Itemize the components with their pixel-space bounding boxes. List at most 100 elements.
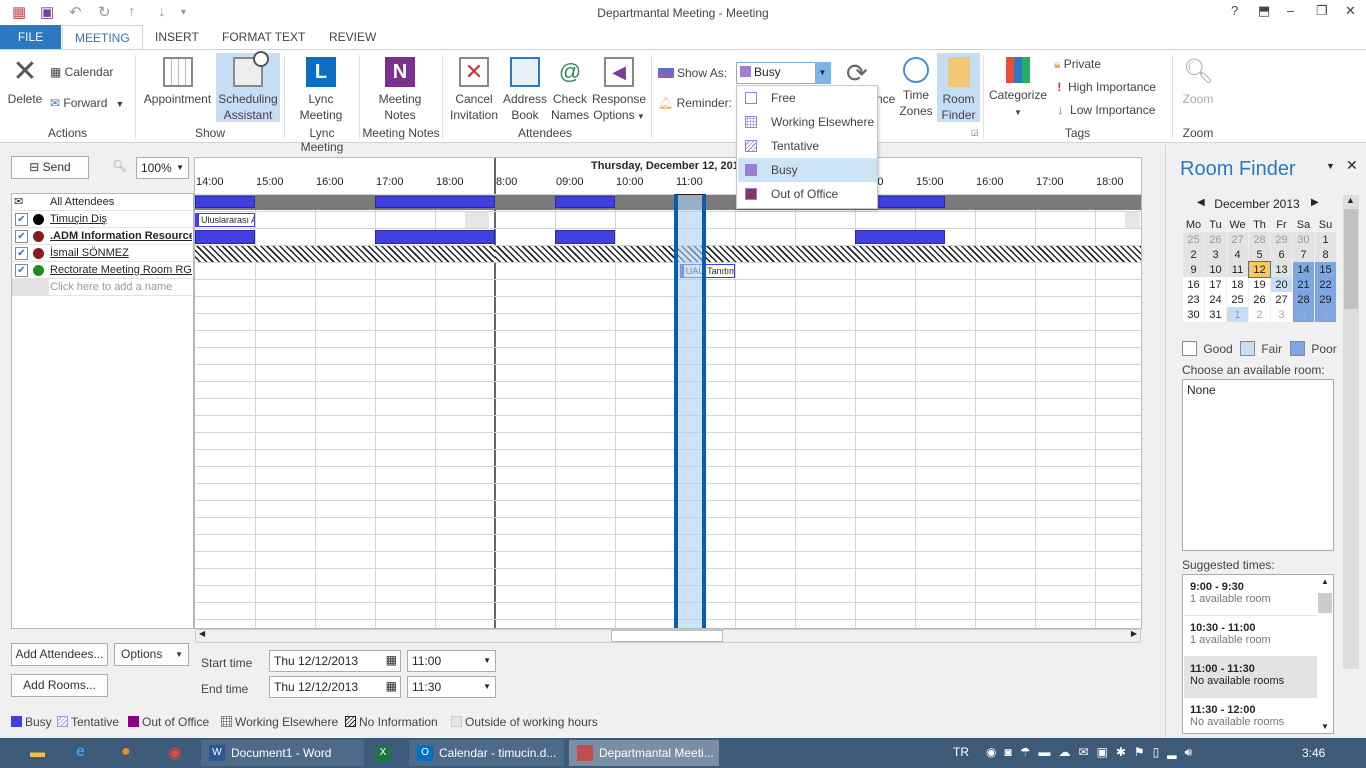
options-button[interactable]: Options ▼ bbox=[114, 643, 189, 666]
calendar-day[interactable]: 16 bbox=[1183, 277, 1204, 292]
tab-file[interactable]: FILE bbox=[0, 25, 61, 50]
private-button[interactable]: 🔒︎ Private bbox=[1054, 57, 1101, 72]
taskbar-word[interactable]: W Document1 - Word bbox=[201, 740, 364, 766]
calendar-day[interactable]: 3 bbox=[1271, 307, 1292, 322]
calendar-day[interactable]: 8 bbox=[1315, 247, 1336, 262]
suggested-time[interactable]: 11:00 - 11:30 No available rooms bbox=[1184, 657, 1317, 698]
calendar-day[interactable]: 1 bbox=[1315, 232, 1336, 247]
previous-month-icon[interactable]: ◀ bbox=[1197, 197, 1205, 208]
show-as-option[interactable]: Tentative bbox=[738, 134, 877, 158]
show-as-option[interactable]: Out of Office bbox=[738, 182, 877, 206]
calendar-day[interactable]: 5 bbox=[1315, 307, 1336, 322]
zoom-button[interactable]: 🔍︎ Zoom bbox=[1176, 57, 1220, 107]
add-name-input[interactable]: Click here to add a name bbox=[50, 279, 172, 295]
pane-options-icon[interactable]: ▼ bbox=[1326, 161, 1335, 171]
attendee-name[interactable]: Timuçin Diş bbox=[50, 211, 192, 227]
calendar-day[interactable]: 4 bbox=[1227, 247, 1248, 262]
calendar-day[interactable]: 28 bbox=[1293, 292, 1314, 307]
scroll-thumb[interactable] bbox=[1318, 593, 1332, 613]
ribbon-display-button[interactable]: ⬒ bbox=[1258, 3, 1270, 19]
suggested-times-list[interactable]: 9:00 - 9:30 1 available room 10:30 - 11:00… bbox=[1182, 574, 1334, 734]
lync-meeting-button[interactable]: L Lync Meeting bbox=[290, 57, 352, 123]
start-date-field[interactable]: Thu 12/12/2013 ▦ bbox=[269, 650, 401, 672]
calendar-day[interactable]: 25 bbox=[1227, 292, 1248, 307]
calendar-day[interactable]: 4 bbox=[1293, 307, 1314, 322]
calendar-day[interactable]: 20 bbox=[1271, 277, 1292, 292]
restore-button[interactable]: ❐ bbox=[1316, 3, 1328, 19]
calendar-day[interactable]: 22 bbox=[1315, 277, 1336, 292]
calendar-day[interactable]: 2 bbox=[1249, 307, 1270, 322]
check-names-button[interactable]: @ Check Names bbox=[550, 57, 590, 123]
recurrence-button-label[interactable]: nce bbox=[876, 92, 895, 106]
calendar-day[interactable]: 27 bbox=[1271, 292, 1292, 307]
calendar-day[interactable]: 24 bbox=[1205, 292, 1226, 307]
suggested-time[interactable]: 11:30 - 12:00 No available rooms bbox=[1184, 698, 1317, 733]
scheduling-grid[interactable]: Thursday, December 12, 2013 14:00 15:00 16… bbox=[194, 157, 1142, 629]
delete-button[interactable]: ✕ Delete bbox=[5, 57, 45, 107]
low-importance-button[interactable]: ↓ Low Importance bbox=[1054, 103, 1155, 117]
zoom-magnifier-icon[interactable]: 🔍︎ bbox=[112, 159, 127, 173]
internet-explorer-icon[interactable]: e bbox=[76, 743, 85, 761]
calendar-day[interactable]: 3 bbox=[1205, 247, 1226, 262]
address-book-button[interactable]: Address Book bbox=[502, 57, 548, 123]
calendar-day[interactable]: 13 bbox=[1271, 262, 1292, 277]
minimize-button[interactable]: – bbox=[1287, 3, 1294, 18]
calendar-day[interactable]: 10 bbox=[1205, 262, 1226, 277]
zoom-select[interactable]: 100% ▼ bbox=[136, 157, 189, 179]
excel-icon[interactable]: X bbox=[375, 745, 391, 761]
horizontal-scrollbar[interactable]: ◀ ▶ bbox=[195, 629, 1141, 643]
room-option[interactable]: None bbox=[1187, 383, 1329, 397]
room-finder-button[interactable]: Room Finder bbox=[937, 53, 980, 122]
cancel-invitation-button[interactable]: ✕ Cancel Invitation bbox=[448, 57, 500, 123]
attendee-name[interactable]: İsmail SÖNMEZ bbox=[50, 245, 192, 261]
next-month-icon[interactable]: ▶ bbox=[1311, 197, 1319, 208]
calendar-day[interactable]: 29 bbox=[1315, 292, 1336, 307]
tab-meeting[interactable]: MEETING bbox=[62, 25, 143, 51]
suggested-time[interactable]: 9:00 - 9:30 1 available room bbox=[1184, 575, 1317, 616]
add-attendees-button[interactable]: Add Attendees... bbox=[11, 643, 108, 666]
room-list[interactable]: None bbox=[1182, 379, 1334, 551]
appointment-block[interactable]: Uluslararası A bbox=[195, 213, 255, 227]
calendar-picker-icon[interactable]: ▦ bbox=[386, 653, 397, 667]
tab-insert[interactable]: INSERT bbox=[143, 25, 211, 50]
calendar-day[interactable]: 1 bbox=[1227, 307, 1248, 322]
attendee-row[interactable]: ✔ İsmail SÖNMEZ bbox=[12, 245, 193, 262]
categorize-button[interactable]: Categorize ▼ bbox=[988, 57, 1048, 121]
calendar-picker-icon[interactable]: ▦ bbox=[386, 679, 397, 693]
calendar-button[interactable]: ▦ Calendar bbox=[50, 65, 113, 79]
calendar-day[interactable]: 9 bbox=[1183, 262, 1204, 277]
send-button[interactable]: ⊟ Send bbox=[11, 156, 89, 179]
attendee-checkbox[interactable]: ✔ bbox=[15, 213, 28, 226]
scroll-left-icon[interactable]: ◀ bbox=[199, 629, 205, 638]
end-date-field[interactable]: Thu 12/12/2013 ▦ bbox=[269, 676, 401, 698]
attendee-row[interactable]: ✔ Timuçin Diş bbox=[12, 211, 193, 228]
calendar-day[interactable]: 27 bbox=[1227, 232, 1248, 247]
calendar-day[interactable]: 5 bbox=[1249, 247, 1270, 262]
meeting-notes-button[interactable]: N Meeting Notes bbox=[370, 57, 430, 123]
chrome-icon[interactable]: ◉ bbox=[168, 743, 182, 763]
options-dialog-launcher-icon[interactable]: ◲ bbox=[971, 128, 979, 137]
appointment-button[interactable]: Appointment bbox=[140, 57, 215, 123]
calendar-day[interactable]: 26 bbox=[1205, 232, 1226, 247]
response-options-button[interactable]: ◀ Response Options ▼ bbox=[592, 57, 646, 125]
calendar-day[interactable]: 31 bbox=[1205, 307, 1226, 322]
attendee-row[interactable]: ✔ .ADM Information Resources bbox=[12, 228, 193, 245]
forward-button[interactable]: ✉ Forward ▼ bbox=[50, 96, 124, 110]
scroll-thumb[interactable] bbox=[1344, 209, 1358, 309]
calendar-day[interactable]: 2 bbox=[1183, 247, 1204, 262]
show-as-option[interactable]: Working Elsewhere bbox=[738, 110, 877, 134]
language-indicator[interactable]: TR bbox=[953, 745, 969, 759]
start-time-select[interactable]: 11:00 ▼ bbox=[407, 650, 496, 672]
calendar-day[interactable]: 12 bbox=[1248, 261, 1271, 278]
tray-icons[interactable]: ◉◙☂▬☁✉▣✱⚑▯▂🔊︎ bbox=[986, 745, 1200, 760]
clock[interactable]: 3:46 bbox=[1302, 746, 1325, 760]
attendee-row[interactable]: ✔ Rectorate Meeting Room RGS bbox=[12, 262, 193, 279]
tab-format-text[interactable]: FORMAT TEXT bbox=[210, 25, 317, 50]
calendar-day[interactable]: 19 bbox=[1249, 277, 1270, 292]
time-zones-button[interactable]: Time Zones bbox=[898, 57, 934, 119]
calendar-day[interactable]: 25 bbox=[1183, 232, 1204, 247]
attendee-name[interactable]: .ADM Information Resources bbox=[50, 228, 192, 244]
file-explorer-icon[interactable]: ▬ bbox=[30, 744, 45, 761]
show-as-option[interactable]: Free bbox=[738, 86, 877, 110]
scroll-up-icon[interactable]: ▲ bbox=[1321, 577, 1329, 586]
